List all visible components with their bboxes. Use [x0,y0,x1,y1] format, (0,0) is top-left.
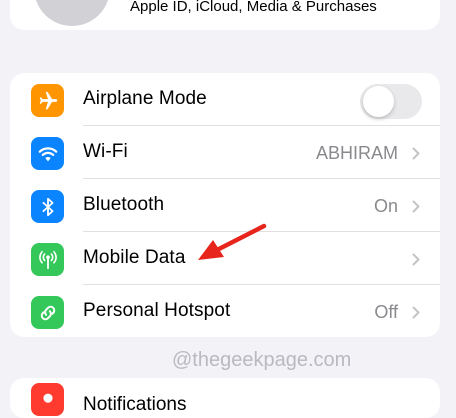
mobile-data-label: Mobile Data [83,247,186,268]
wifi-row[interactable]: Wi-Fi ABHIRAM [10,126,440,179]
toggle-knob [363,86,394,117]
personal-hotspot-status-value: Off [374,302,398,322]
airplane-mode-toggle[interactable] [360,84,422,119]
airplane-mode-label: Airplane Mode [83,88,207,109]
watermark: @thegeekpage.com [172,349,352,371]
hotspot-link-icon [31,296,64,329]
antenna-icon [31,243,64,276]
bluetooth-status-value: On [373,196,398,216]
wifi-icon [31,137,64,170]
personal-hotspot-row[interactable]: Personal Hotspot Off [10,285,440,337]
airplane-mode-row: Airplane Mode [10,73,440,126]
notifications-label: Notifications [83,394,187,415]
bluetooth-icon [31,190,64,223]
connectivity-settings-group: Airplane Mode Wi-Fi ABHIRAM Bluetooth On [10,73,440,337]
notifications-row[interactable]: Notifications [10,378,440,418]
chevron-right-icon [412,147,420,160]
avatar [34,0,110,26]
wifi-label: Wi-Fi [83,141,128,162]
chevron-right-icon [412,200,420,213]
bluetooth-row[interactable]: Bluetooth On [10,179,440,232]
bell-icon [31,383,64,416]
airplane-icon [31,84,64,117]
mobile-data-row[interactable]: Mobile Data [10,232,440,285]
bluetooth-label: Bluetooth [83,194,165,215]
apple-id-subtitle: Apple ID, iCloud, Media & Purchases [130,0,377,15]
chevron-right-icon [412,253,420,266]
wifi-network-value: ABHIRAM [315,143,398,163]
apple-id-card[interactable]: Apple ID, iCloud, Media & Purchases [10,0,440,30]
chevron-right-icon [412,306,420,319]
personal-hotspot-label: Personal Hotspot [83,300,231,321]
